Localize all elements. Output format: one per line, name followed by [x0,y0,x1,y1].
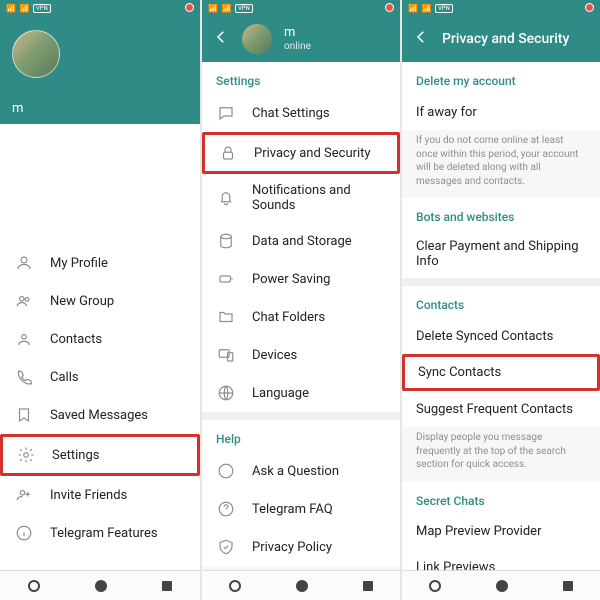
add-user-icon [14,485,34,505]
user-icon [14,253,34,273]
item-chat-folders[interactable]: Chat Folders [202,298,400,336]
record-indicator-icon [585,3,594,12]
screen-drawer: 📶📶 VPN m My Profile New Group Contacts C… [0,0,200,600]
contact-icon [14,329,34,349]
menu-new-group[interactable]: New Group [0,282,200,320]
avatar[interactable] [12,30,60,78]
nav-back-icon[interactable] [563,581,573,591]
nav-home-icon[interactable] [496,580,508,592]
nav-home-icon[interactable] [296,580,308,592]
screen-settings: 📶📶 VPN m online Settings Chat Settings P… [200,0,400,600]
header-username: m [284,26,311,40]
nav-recent-icon[interactable] [229,580,241,592]
database-icon [216,231,236,251]
item-devices[interactable]: Devices [202,336,400,374]
menu-calls[interactable]: Calls [0,358,200,396]
devices-icon [216,345,236,365]
status-bar: 📶📶 VPN [402,0,600,16]
battery-icon [216,269,236,289]
bookmark-icon [14,405,34,425]
item-suggest-frequent[interactable]: Suggest Frequent Contacts [402,391,600,427]
folder-icon [216,307,236,327]
phone-icon [14,367,34,387]
settings-header: m online [202,16,400,62]
back-button[interactable] [412,28,430,50]
chat-icon [216,103,236,123]
android-navbar [202,570,400,600]
drawer-username: m [12,101,23,116]
item-if-away-for[interactable]: If away for [402,94,600,130]
item-privacy-security[interactable]: Privacy and Security [202,132,400,174]
section-secret-chats: Secret Chats [402,482,600,514]
item-notifications[interactable]: Notifications and Sounds [202,174,400,222]
item-ask-question[interactable]: Ask a Question [202,452,400,490]
item-chat-settings[interactable]: Chat Settings [202,94,400,132]
menu-invite-friends[interactable]: Invite Friends [0,476,200,514]
menu-saved-messages[interactable]: Saved Messages [0,396,200,434]
section-bots-websites: Bots and websites [402,198,600,230]
menu-contacts[interactable]: Contacts [0,320,200,358]
delete-account-description: If you do not come online at least once … [402,130,600,198]
section-delete-account: Delete my account [402,62,600,94]
info-icon [14,523,34,543]
item-clear-payment[interactable]: Clear Payment and Shipping Info [402,230,600,278]
item-telegram-faq[interactable]: Telegram FAQ [202,490,400,528]
gear-icon [16,445,36,465]
shield-icon [216,537,236,557]
section-contacts: Contacts [402,286,600,318]
item-delete-synced-contacts[interactable]: Delete Synced Contacts [402,318,600,354]
item-language[interactable]: Language [202,374,400,412]
group-icon [14,291,34,311]
header-status: online [284,41,311,52]
status-bar: 📶📶 VPN [202,0,400,16]
nav-back-icon[interactable] [162,581,172,591]
privacy-header: Privacy and Security [402,16,600,62]
item-sync-contacts[interactable]: Sync Contacts [402,354,600,391]
back-button[interactable] [212,28,230,50]
avatar[interactable] [242,24,272,54]
nav-home-icon[interactable] [95,580,107,592]
globe-icon [216,383,236,403]
menu-settings[interactable]: Settings [0,434,200,476]
bell-icon [216,188,236,208]
nav-recent-icon[interactable] [429,580,441,592]
page-title: Privacy and Security [442,31,569,47]
drawer-header: m [0,16,200,124]
item-data-storage[interactable]: Data and Storage [202,222,400,260]
section-settings: Settings [202,62,400,94]
section-help: Help [202,420,400,452]
android-navbar [402,570,600,600]
menu-telegram-features[interactable]: Telegram Features [0,514,200,552]
chat-question-icon [216,461,236,481]
nav-recent-icon[interactable] [28,580,40,592]
status-bar: 📶📶 VPN [0,0,200,16]
record-indicator-icon [385,3,394,12]
record-indicator-icon [185,3,194,12]
nav-back-icon[interactable] [363,581,373,591]
menu-my-profile[interactable]: My Profile [0,244,200,282]
screen-privacy: 📶📶 VPN Privacy and Security Delete my ac… [400,0,600,600]
lock-icon [218,143,238,163]
help-icon [216,499,236,519]
suggest-description: Display people you message frequently at… [402,427,600,482]
item-privacy-policy[interactable]: Privacy Policy [202,528,400,566]
android-navbar [0,570,200,600]
item-map-preview[interactable]: Map Preview Provider [402,514,600,550]
item-power-saving[interactable]: Power Saving [202,260,400,298]
